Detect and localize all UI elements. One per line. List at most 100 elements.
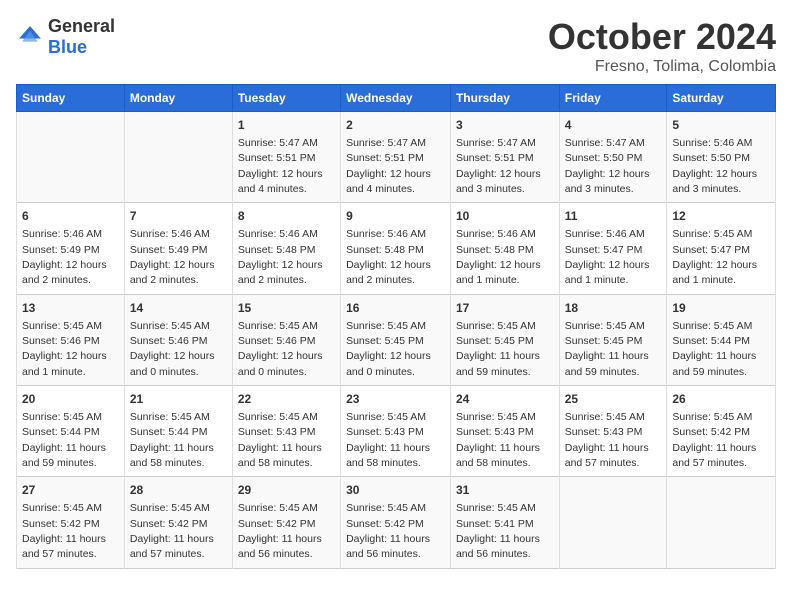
day-info: Sunrise: 5:45 AM Sunset: 5:45 PM Dayligh… <box>456 320 540 378</box>
day-cell: 11Sunrise: 5:46 AM Sunset: 5:47 PM Dayli… <box>559 203 667 294</box>
day-info: Sunrise: 5:45 AM Sunset: 5:46 PM Dayligh… <box>22 320 107 378</box>
day-number: 3 <box>456 117 554 134</box>
day-cell: 27 Sunrise: 5:45 AM Sunset: 5:42 PM Dayli… <box>17 477 125 568</box>
logo: General Blue <box>16 16 115 58</box>
day-info: Sunrise: 5:46 AM Sunset: 5:48 PM Dayligh… <box>238 228 323 286</box>
day-cell: 26Sunrise: 5:45 AM Sunset: 5:42 PM Dayli… <box>667 386 776 477</box>
day-info: Sunrise: 5:45 AM Sunset: 5:43 PM Dayligh… <box>238 411 322 469</box>
day-cell: 21 Sunrise: 5:45 AM Sunset: 5:44 PM Dayli… <box>124 386 232 477</box>
day-info: Sunrise: 5:45 AM Sunset: 5:44 PM Dayligh… <box>672 320 756 378</box>
day-info: Sunrise: 5:45 AM Sunset: 5:44 PM Dayligh… <box>22 411 106 469</box>
day-number: 8 <box>238 208 335 225</box>
day-number: 20 <box>22 391 119 408</box>
day-number: 16 <box>346 300 445 317</box>
day-info: Sunrise: 5:45 AM Sunset: 5:43 PM Dayligh… <box>456 411 540 469</box>
day-number: 28 <box>130 482 227 499</box>
day-cell: 20 Sunrise: 5:45 AM Sunset: 5:44 PM Dayli… <box>17 386 125 477</box>
calendar-body: 1 Sunrise: 5:47 AM Sunset: 5:51 PM Daylig… <box>17 112 776 569</box>
day-cell: 5Sunrise: 5:46 AM Sunset: 5:50 PM Daylig… <box>667 112 776 203</box>
day-info: Sunrise: 5:45 AM Sunset: 5:45 PM Dayligh… <box>565 320 649 378</box>
week-row-3: 13 Sunrise: 5:45 AM Sunset: 5:46 PM Dayli… <box>17 294 776 385</box>
day-info: Sunrise: 5:45 AM Sunset: 5:41 PM Dayligh… <box>456 502 540 560</box>
day-cell: 24 Sunrise: 5:45 AM Sunset: 5:43 PM Dayli… <box>450 386 559 477</box>
header-cell-sunday: Sunday <box>17 85 125 112</box>
day-cell: 8 Sunrise: 5:46 AM Sunset: 5:48 PM Daylig… <box>232 203 340 294</box>
day-number: 24 <box>456 391 554 408</box>
day-number: 2 <box>346 117 445 134</box>
day-number: 1 <box>238 117 335 134</box>
day-cell <box>667 477 776 568</box>
day-number: 9 <box>346 208 445 225</box>
logo-blue: Blue <box>48 37 87 57</box>
header-row: SundayMondayTuesdayWednesdayThursdayFrid… <box>17 85 776 112</box>
title-block: October 2024 Fresno, Tolima, Colombia <box>548 16 776 76</box>
day-info: Sunrise: 5:45 AM Sunset: 5:43 PM Dayligh… <box>565 411 649 469</box>
day-info: Sunrise: 5:45 AM Sunset: 5:42 PM Dayligh… <box>22 502 106 560</box>
week-row-4: 20 Sunrise: 5:45 AM Sunset: 5:44 PM Dayli… <box>17 386 776 477</box>
day-info: Sunrise: 5:47 AM Sunset: 5:51 PM Dayligh… <box>346 137 431 195</box>
day-cell: 18 Sunrise: 5:45 AM Sunset: 5:45 PM Dayli… <box>559 294 667 385</box>
day-cell: 2 Sunrise: 5:47 AM Sunset: 5:51 PM Daylig… <box>341 112 451 203</box>
calendar-header: SundayMondayTuesdayWednesdayThursdayFrid… <box>17 85 776 112</box>
day-cell: 23Sunrise: 5:45 AM Sunset: 5:43 PM Dayli… <box>341 386 451 477</box>
day-number: 12 <box>672 208 770 225</box>
month-title: October 2024 <box>548 16 776 58</box>
day-info: Sunrise: 5:46 AM Sunset: 5:48 PM Dayligh… <box>456 228 541 286</box>
logo-general: General <box>48 16 115 36</box>
logo-icon <box>16 23 44 51</box>
day-number: 19 <box>672 300 770 317</box>
day-cell: 7Sunrise: 5:46 AM Sunset: 5:49 PM Daylig… <box>124 203 232 294</box>
day-info: Sunrise: 5:47 AM Sunset: 5:50 PM Dayligh… <box>565 137 650 195</box>
day-number: 27 <box>22 482 119 499</box>
day-number: 6 <box>22 208 119 225</box>
day-number: 4 <box>565 117 662 134</box>
day-info: Sunrise: 5:46 AM Sunset: 5:48 PM Dayligh… <box>346 228 431 286</box>
day-number: 14 <box>130 300 227 317</box>
day-info: Sunrise: 5:45 AM Sunset: 5:42 PM Dayligh… <box>346 502 430 560</box>
day-cell: 1Sunrise: 5:47 AM Sunset: 5:51 PM Daylig… <box>232 112 340 203</box>
day-cell: 22Sunrise: 5:45 AM Sunset: 5:43 PM Dayli… <box>232 386 340 477</box>
day-number: 29 <box>238 482 335 499</box>
day-cell: 17 Sunrise: 5:45 AM Sunset: 5:45 PM Dayli… <box>450 294 559 385</box>
day-cell: 9 Sunrise: 5:46 AM Sunset: 5:48 PM Daylig… <box>341 203 451 294</box>
day-number: 31 <box>456 482 554 499</box>
day-cell: 14Sunrise: 5:45 AM Sunset: 5:46 PM Dayli… <box>124 294 232 385</box>
header-cell-monday: Monday <box>124 85 232 112</box>
day-info: Sunrise: 5:45 AM Sunset: 5:42 PM Dayligh… <box>130 502 214 560</box>
day-info: Sunrise: 5:47 AM Sunset: 5:51 PM Dayligh… <box>456 137 541 195</box>
day-info: Sunrise: 5:45 AM Sunset: 5:42 PM Dayligh… <box>672 411 756 469</box>
day-info: Sunrise: 5:45 AM Sunset: 5:46 PM Dayligh… <box>238 320 323 378</box>
day-number: 30 <box>346 482 445 499</box>
header-cell-thursday: Thursday <box>450 85 559 112</box>
day-cell: 15Sunrise: 5:45 AM Sunset: 5:46 PM Dayli… <box>232 294 340 385</box>
day-number: 13 <box>22 300 119 317</box>
day-number: 25 <box>565 391 662 408</box>
day-cell: 28 Sunrise: 5:45 AM Sunset: 5:42 PM Dayli… <box>124 477 232 568</box>
day-cell: 10 Sunrise: 5:46 AM Sunset: 5:48 PM Dayli… <box>450 203 559 294</box>
day-cell: 30 Sunrise: 5:45 AM Sunset: 5:42 PM Dayli… <box>341 477 451 568</box>
day-info: Sunrise: 5:46 AM Sunset: 5:49 PM Dayligh… <box>22 228 107 286</box>
day-cell: 13 Sunrise: 5:45 AM Sunset: 5:46 PM Dayli… <box>17 294 125 385</box>
header-cell-saturday: Saturday <box>667 85 776 112</box>
day-number: 23 <box>346 391 445 408</box>
day-number: 18 <box>565 300 662 317</box>
calendar-table: SundayMondayTuesdayWednesdayThursdayFrid… <box>16 84 776 569</box>
day-cell <box>124 112 232 203</box>
day-cell: 29Sunrise: 5:45 AM Sunset: 5:42 PM Dayli… <box>232 477 340 568</box>
location-title: Fresno, Tolima, Colombia <box>548 58 776 76</box>
week-row-2: 6 Sunrise: 5:46 AM Sunset: 5:49 PM Daylig… <box>17 203 776 294</box>
day-info: Sunrise: 5:45 AM Sunset: 5:47 PM Dayligh… <box>672 228 757 286</box>
day-cell: 16Sunrise: 5:45 AM Sunset: 5:45 PM Dayli… <box>341 294 451 385</box>
header-cell-tuesday: Tuesday <box>232 85 340 112</box>
day-number: 10 <box>456 208 554 225</box>
day-number: 17 <box>456 300 554 317</box>
day-number: 5 <box>672 117 770 134</box>
day-cell: 12 Sunrise: 5:45 AM Sunset: 5:47 PM Dayli… <box>667 203 776 294</box>
day-cell <box>17 112 125 203</box>
day-cell: 3 Sunrise: 5:47 AM Sunset: 5:51 PM Daylig… <box>450 112 559 203</box>
day-number: 21 <box>130 391 227 408</box>
day-info: Sunrise: 5:45 AM Sunset: 5:44 PM Dayligh… <box>130 411 214 469</box>
day-cell: 31 Sunrise: 5:45 AM Sunset: 5:41 PM Dayli… <box>450 477 559 568</box>
week-row-5: 27 Sunrise: 5:45 AM Sunset: 5:42 PM Dayli… <box>17 477 776 568</box>
day-number: 11 <box>565 208 662 225</box>
